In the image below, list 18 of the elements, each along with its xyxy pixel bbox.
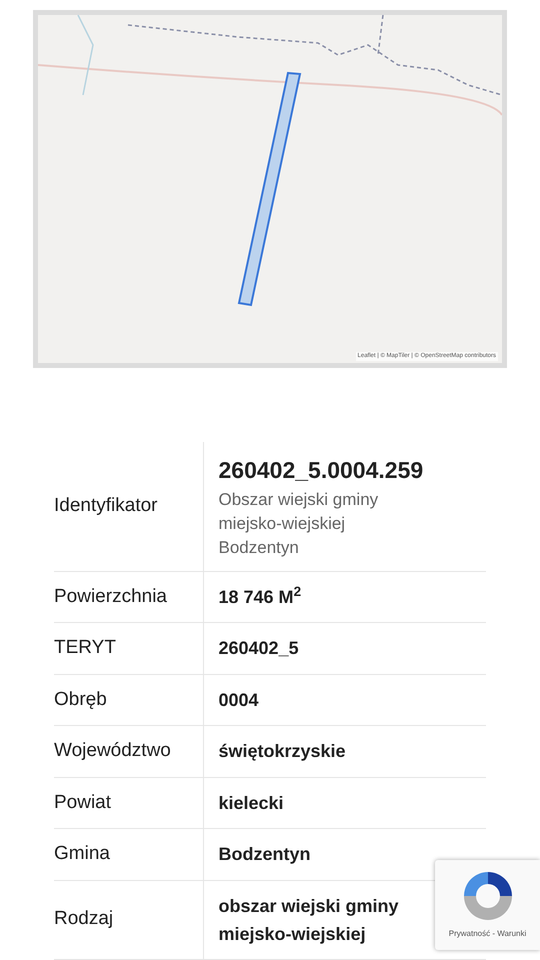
privacy-terms-links[interactable]: Prywatność - Warunki bbox=[448, 928, 526, 940]
row-value: 0004 bbox=[218, 690, 259, 710]
row-value: świętokrzyskie bbox=[218, 741, 346, 762]
row-value: 18 746 M$^{2}$ bbox=[218, 586, 302, 607]
row-value: kielecki bbox=[218, 792, 284, 813]
identifier-subtitle: Obszar wiejski gminy miejsko-wiejskiej Bodzentyn bbox=[218, 488, 380, 558]
row-label: Gmina bbox=[54, 828, 203, 880]
row-label: Województwo bbox=[54, 726, 203, 777]
row-value: 260402_5 bbox=[218, 638, 299, 658]
row-value: Bodzentyn bbox=[218, 844, 310, 864]
row-label: Powierzchnia bbox=[54, 571, 203, 622]
row-label: Powiat bbox=[54, 777, 203, 828]
identifier-value: 260402_5.0004.259 bbox=[218, 456, 424, 485]
row-label: TERYT bbox=[54, 622, 203, 674]
row-label: Identyfikator bbox=[54, 442, 203, 571]
row-label: Rodzaj bbox=[54, 880, 203, 959]
row-label: Obręb bbox=[54, 674, 203, 726]
row-value: obszar wiejski gminy miejsko-wiejskiej bbox=[218, 896, 399, 944]
